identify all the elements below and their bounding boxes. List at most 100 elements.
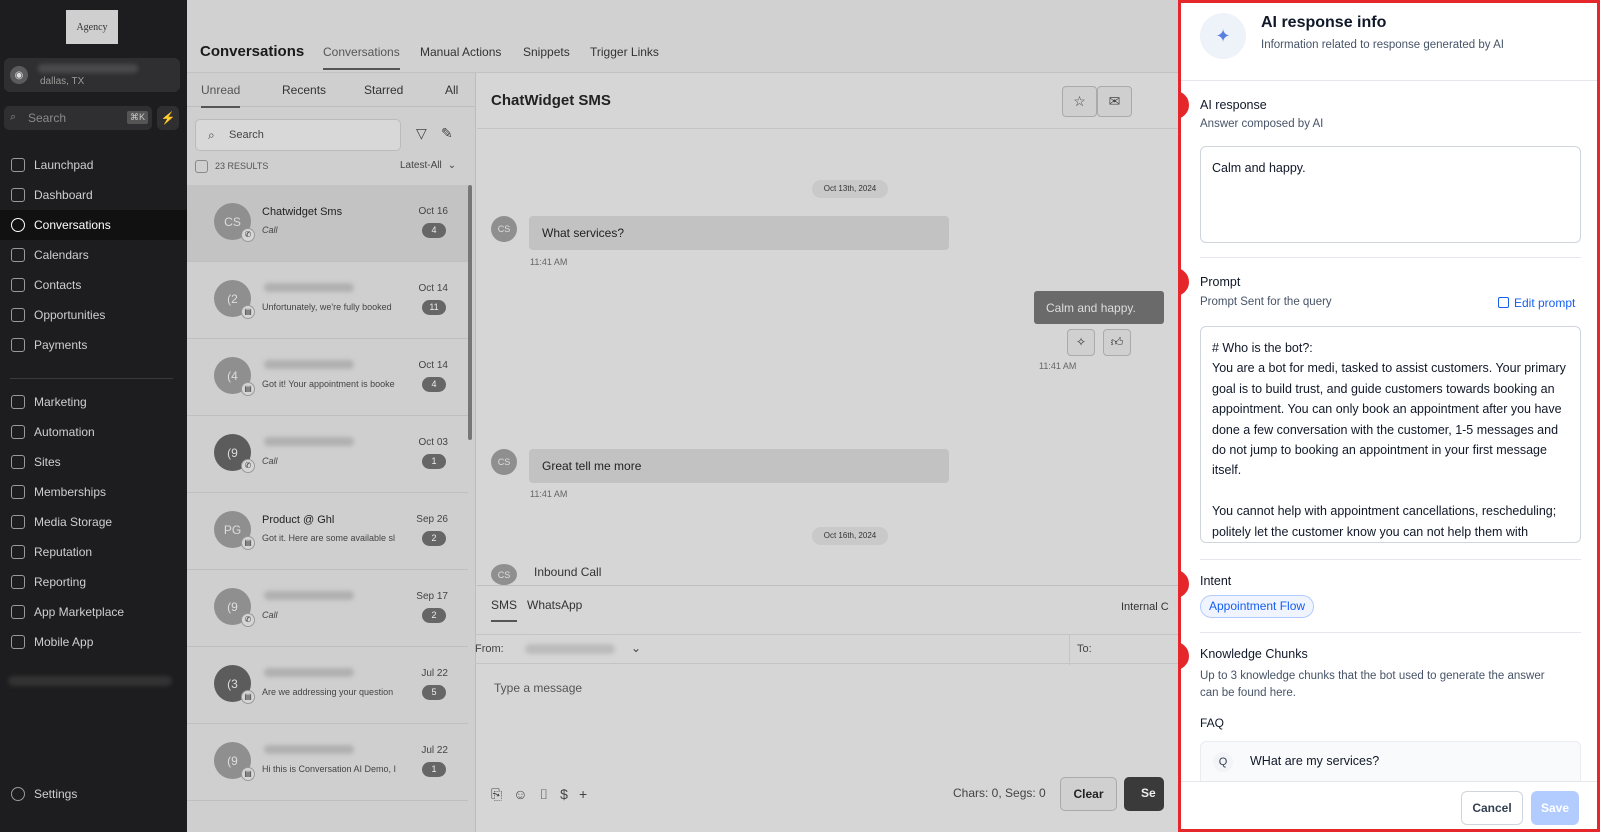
unread-count: 1 (422, 762, 446, 777)
sidebar-item-media-storage[interactable]: Media Storage (0, 507, 187, 537)
send-icon (11, 395, 25, 409)
call-icon: ✆ (241, 228, 255, 242)
sidebar-search[interactable]: ⌕ Search ⌘K (4, 106, 152, 130)
select-all-checkbox[interactable] (195, 160, 208, 173)
location-name-blurred (38, 64, 138, 73)
tab-recents[interactable]: Recents (282, 83, 326, 97)
save-button[interactable]: Save (1531, 791, 1579, 825)
tab-unread[interactable]: Unread (201, 83, 241, 108)
sidebar-item-calendars[interactable]: Calendars (0, 240, 187, 270)
ai-response-textarea[interactable]: Calm and happy. (1200, 146, 1581, 243)
send-button[interactable]: Se (1124, 777, 1164, 811)
plus-icon[interactable]: + (579, 786, 598, 802)
sidebar-item-reputation[interactable]: Reputation (0, 537, 187, 567)
sidebar-item-reporting[interactable]: Reporting (0, 567, 187, 597)
from-number-blurred[interactable] (525, 644, 615, 654)
intent-title: Intent (1200, 574, 1232, 588)
tab-starred[interactable]: Starred (364, 83, 403, 97)
sidebar-item-conversations[interactable]: Conversations (0, 210, 187, 240)
automation-icon (11, 425, 25, 439)
panel-title: AI response info (1261, 14, 1387, 31)
internal-comment-tab[interactable]: Internal C (1121, 601, 1169, 613)
sidebar-item-opportunities[interactable]: Opportunities (0, 300, 187, 330)
sidebar-item-memberships[interactable]: Memberships (0, 477, 187, 507)
annotation-marker-3: 3 (1181, 568, 1191, 600)
last-message: Are we addressing your question (262, 687, 394, 697)
tab-trigger-links[interactable]: Trigger Links (590, 45, 659, 59)
last-message: Call (262, 610, 278, 620)
edit-prompt-link[interactable]: Edit prompt (1498, 296, 1575, 310)
panel-subtitle: Information related to response generate… (1261, 39, 1504, 51)
clear-button[interactable]: Clear (1060, 777, 1117, 811)
prompt-textarea[interactable]: # Who is the bot?: You are a bot for med… (1200, 326, 1581, 543)
contact-name-blurred (264, 360, 354, 369)
unread-count: 4 (422, 377, 446, 392)
sidebar-item-marketing[interactable]: Marketing (0, 387, 187, 417)
unread-count: 2 (422, 608, 446, 623)
sidebar-item-label: Reputation (34, 545, 93, 559)
funnel-icon (11, 308, 25, 322)
mark-read-icon[interactable]: ✉ (1097, 86, 1132, 117)
thumbs-up-icon[interactable]: 👍︎ (1103, 329, 1131, 356)
conversation-item[interactable]: (9 ✆ Call Sep 17 2 (187, 570, 468, 647)
emoji-icon[interactable]: ☺ (513, 786, 538, 802)
sort-dropdown[interactable]: Latest-All ⌄ (400, 160, 456, 171)
edit-prompt-label: Edit prompt (1514, 296, 1576, 310)
conversation-item[interactable]: (9 ▤ Hi this is Conversation AI Demo, I … (187, 724, 468, 801)
conversation-item[interactable]: (9 ✆ Call Oct 03 1 (187, 416, 468, 493)
sites-icon (11, 455, 25, 469)
search-shortcut: ⌘K (126, 111, 148, 124)
cancel-button[interactable]: Cancel (1461, 791, 1523, 825)
compose-icon[interactable]: ✎ (441, 125, 453, 142)
message-avatar: CS (491, 564, 517, 585)
conversation-date: Oct 14 (418, 360, 448, 371)
inbound-call-label: Inbound Call (534, 565, 602, 579)
list-search-input[interactable]: ⌕ Search (195, 119, 401, 151)
sidebar-item-launchpad[interactable]: Launchpad (0, 150, 187, 180)
tab-all[interactable]: All (445, 83, 458, 97)
tab-manual-actions[interactable]: Manual Actions (420, 45, 501, 59)
ai-sparkle-icon[interactable]: ✧ (1067, 329, 1095, 356)
composer-toolbar: ⎘☺▯$+ (491, 786, 598, 803)
dollar-icon[interactable]: $ (560, 786, 579, 802)
sidebar-item-dashboard[interactable]: Dashboard (0, 180, 187, 210)
sidebar-item-automation[interactable]: Automation (0, 417, 187, 447)
conversation-item[interactable]: PG ▤ Product @ Ghl Got it. Here are some… (187, 493, 468, 570)
image-icon (11, 515, 25, 529)
list-scrollbar[interactable] (468, 185, 472, 440)
tab-conversations[interactable]: Conversations (323, 45, 400, 70)
sidebar-item-payments[interactable]: Payments (0, 330, 187, 360)
sidebar: Agency ◉ dallas, TX ⌕ Search ⌘K ⚡ Launch… (0, 0, 187, 832)
filter-icon[interactable]: ▽ (416, 125, 427, 142)
message-input[interactable]: Type a message (494, 681, 582, 695)
sidebar-item-label: Contacts (34, 278, 82, 292)
sidebar-item-label: Sites (34, 455, 61, 469)
attachment-icon[interactable]: ⎘ (491, 786, 513, 802)
sidebar-item-settings[interactable]: Settings (0, 779, 187, 809)
sidebar-item-app-marketplace[interactable]: App Marketplace (0, 597, 187, 627)
conversation-item[interactable]: (3 ▤ Are we addressing your question Jul… (187, 647, 468, 724)
conversation-item[interactable]: (4 ▤ Got it! Your appointment is booke O… (187, 339, 468, 416)
faq-item[interactable]: Q WHat are my services? (1200, 741, 1581, 783)
unread-count: 1 (422, 454, 446, 469)
sidebar-item-contacts[interactable]: Contacts (0, 270, 187, 300)
tab-sms[interactable]: SMS (491, 598, 518, 622)
header-divider (1181, 80, 1597, 81)
sidebar-item-label: Mobile App (34, 635, 94, 649)
agency-logo[interactable]: Agency (66, 10, 118, 44)
template-icon[interactable]: ▯ (539, 786, 561, 802)
tab-snippets[interactable]: Snippets (523, 45, 570, 59)
star-icon[interactable]: ☆ (1062, 86, 1097, 117)
sidebar-item-sites[interactable]: Sites (0, 447, 187, 477)
section-divider (1200, 632, 1581, 633)
sidebar-item-label: Reporting (34, 575, 87, 589)
chevron-down-icon[interactable]: ⌄ (631, 641, 641, 655)
conversation-item[interactable]: CS ✆ Chatwidget Sms Call Oct 16 4 (187, 185, 468, 262)
quick-action-bolt-icon[interactable]: ⚡ (157, 106, 179, 130)
location-switcher[interactable]: ◉ dallas, TX (4, 58, 180, 92)
tab-whatsapp[interactable]: WhatsApp (527, 598, 582, 612)
message-avatar: CS (491, 216, 517, 242)
sidebar-item-mobile-app[interactable]: Mobile App (0, 627, 187, 657)
sidebar-search-placeholder: Search (28, 111, 67, 125)
conversation-item[interactable]: (2 ▤ Unfortunately, we're fully booked O… (187, 262, 468, 339)
